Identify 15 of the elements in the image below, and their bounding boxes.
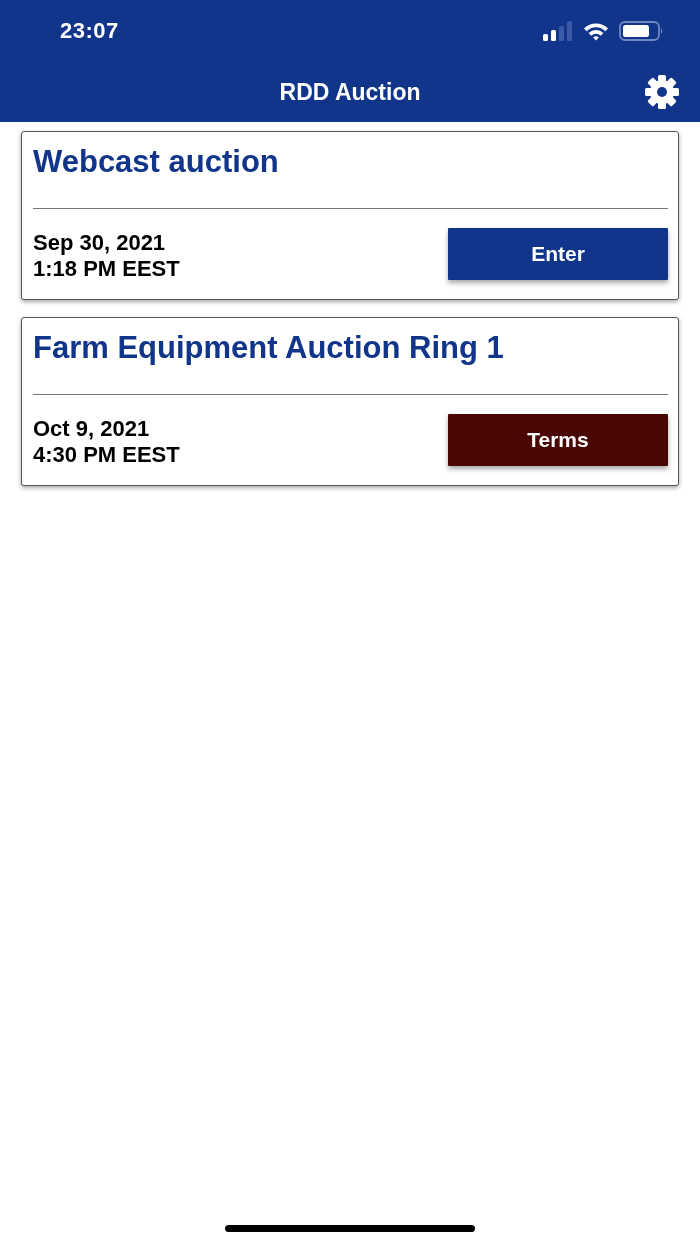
signal-icon [543,21,573,41]
settings-button[interactable] [644,74,680,110]
auction-title: Farm Equipment Auction Ring 1 [33,329,505,367]
auction-time: 4:30 PM EEST [33,442,180,468]
terms-button[interactable]: Terms [448,414,668,466]
auction-date: Oct 9, 2021 [33,416,151,442]
auction-title: Webcast auction [33,143,280,181]
status-time: 23:07 [60,18,119,44]
auction-date: Sep 30, 2021 [33,230,167,256]
enter-button[interactable]: Enter [448,228,668,280]
wifi-icon [583,21,609,41]
auction-time: 1:18 PM EEST [33,256,180,282]
battery-icon [619,21,664,41]
nav-title: RDD Auction [279,78,421,106]
settings-icon [644,74,680,110]
